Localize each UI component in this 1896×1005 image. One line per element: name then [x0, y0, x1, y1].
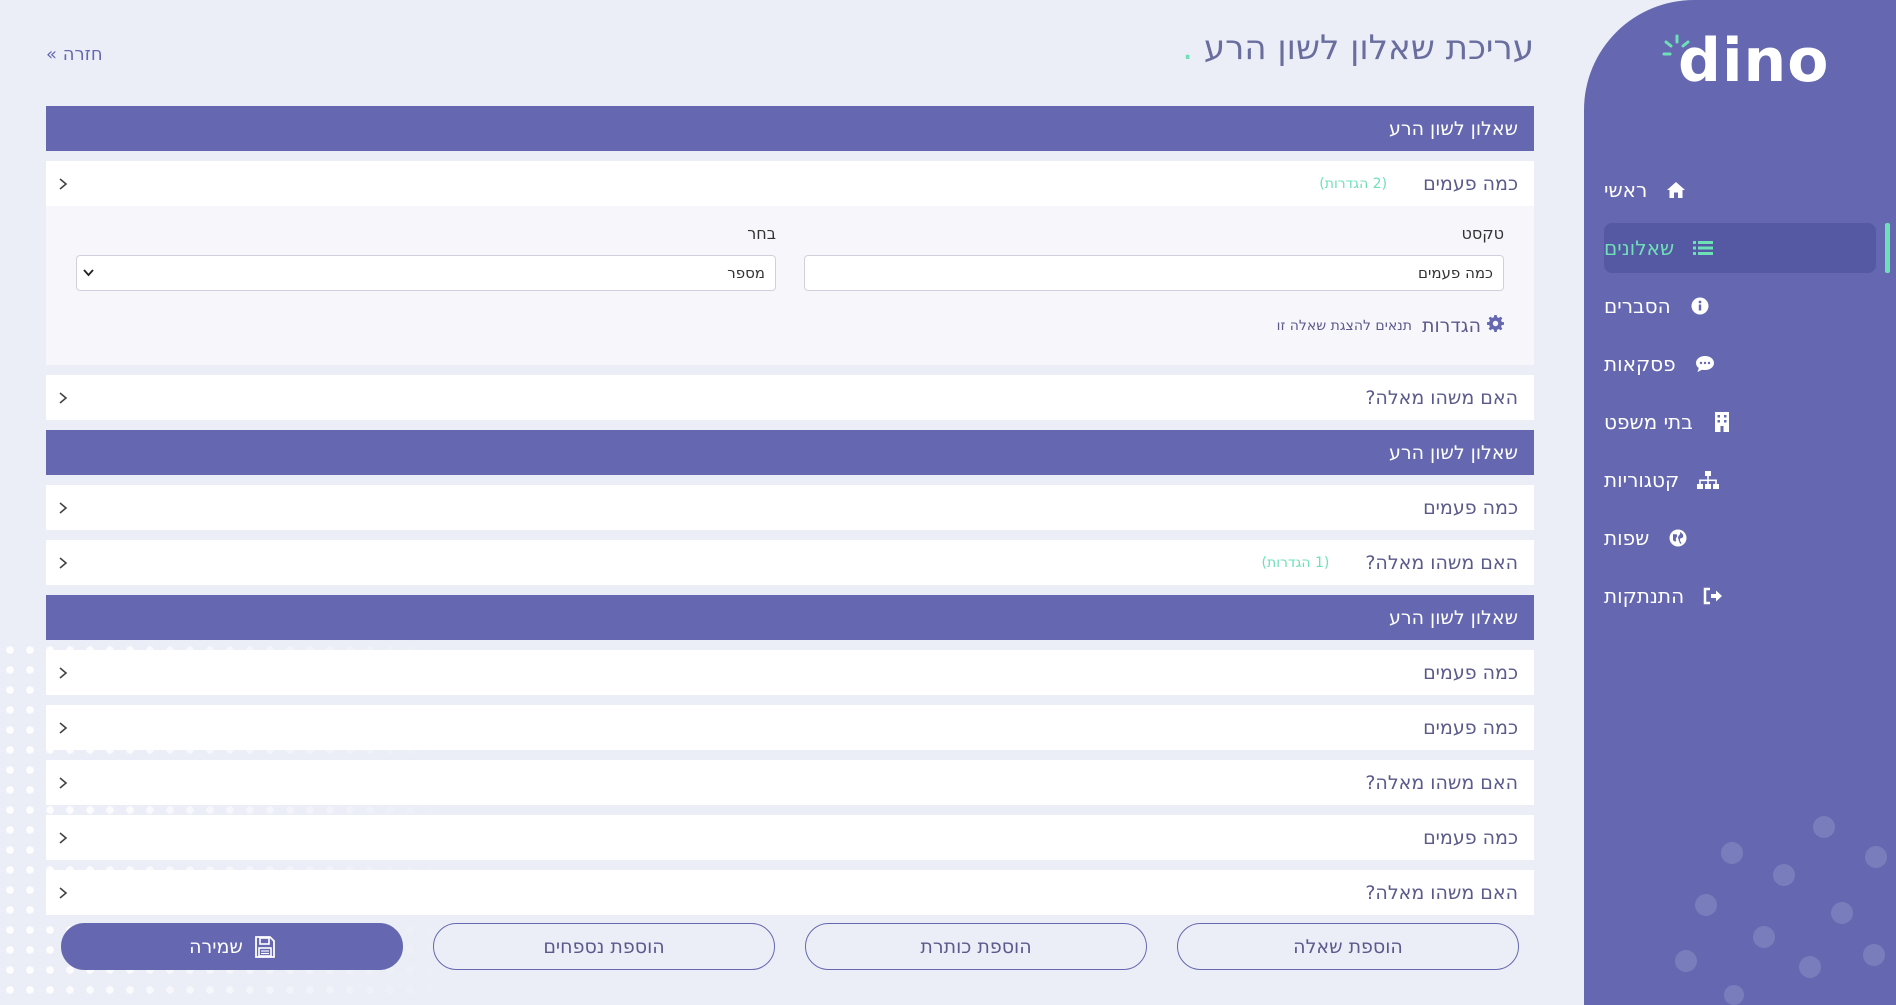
sign-out-icon [1702, 585, 1724, 607]
question-label: כמה פעמים [1423, 496, 1518, 519]
floppy-disk-icon [254, 935, 275, 958]
chevron-right-icon[interactable] [58, 540, 68, 585]
building-icon [1711, 411, 1733, 433]
sidebar-item-label: פסקאות [1604, 352, 1676, 376]
sidebar-item-paragraphs[interactable]: פסקאות [1604, 339, 1876, 389]
sidebar-item-label: שפות [1604, 526, 1650, 550]
chevron-right-icon[interactable] [58, 161, 68, 206]
text-field-group: טקסט כמה פעמים [804, 224, 1504, 291]
chevron-right-icon[interactable] [58, 705, 68, 750]
sidebar-item-logout[interactable]: התנתקות [1604, 571, 1876, 621]
text-field-label: טקסט [1461, 224, 1504, 243]
question-row[interactable]: כמה פעמים [46, 485, 1534, 530]
chevron-right-icon[interactable] [58, 870, 68, 915]
question-text-value: כמה פעמים [1418, 264, 1493, 282]
question-label: האם משהו מאלה? [1365, 771, 1518, 794]
question-label: כמה פעמים [1423, 172, 1518, 195]
type-select-label: בחר [747, 224, 776, 243]
page-title-text: עריכת שאלון לשון הרע [1203, 28, 1534, 68]
question-row[interactable]: האם משהו מאלה? (1 הגדרות) [46, 540, 1534, 585]
page-title-dot: . [1182, 28, 1194, 68]
section-header[interactable]: שאלון לשון הרע [46, 430, 1534, 475]
globe-icon [1667, 527, 1689, 549]
sidebar-item-categories[interactable]: קטגוריות [1604, 455, 1876, 505]
question-text-input[interactable]: כמה פעמים [804, 255, 1504, 291]
question-label: כמה פעמים [1423, 716, 1518, 739]
back-link[interactable]: חזרה » [46, 44, 103, 65]
chevron-right-icon[interactable] [58, 760, 68, 805]
sidebar-item-label: קטגוריות [1604, 468, 1680, 492]
question-label: כמה פעמים [1423, 661, 1518, 684]
page-title: עריכת שאלון לשון הרע . [1182, 28, 1534, 68]
chevron-right-icon[interactable] [58, 650, 68, 695]
comment-icon [1694, 353, 1716, 375]
settings-subtitle: תנאים להצגת שאלה זו [1276, 318, 1412, 334]
chevron-right-icon[interactable] [58, 815, 68, 860]
question-row[interactable]: כמה פעמים [46, 705, 1534, 750]
settings-title: הגדרות [1421, 315, 1481, 337]
question-row[interactable]: האם משהו מאלה? [46, 760, 1534, 805]
sitemap-icon [1697, 469, 1720, 491]
sidebar-item-label: הסברים [1604, 294, 1671, 318]
logo[interactable]: dino [1662, 26, 1830, 96]
save-button[interactable]: שמירה [61, 923, 403, 970]
list-icon [1692, 237, 1714, 259]
question-type-select[interactable]: מספר [76, 255, 776, 291]
question-label: האם משהו מאלה? [1365, 386, 1518, 409]
section-header[interactable]: שאלון לשון הרע [46, 595, 1534, 640]
add-appendix-button[interactable]: הוספת נספחים [433, 923, 775, 970]
sidebar-item-questionnaires[interactable]: שאלונים [1604, 223, 1890, 273]
chevron-right-icon[interactable] [58, 375, 68, 420]
settings-count-badge: (1 הגדרות) [1261, 554, 1330, 571]
add-question-button[interactable]: הוספת שאלה [1177, 923, 1519, 970]
sidebar: dino ראשי שאלונים הסברים פסקאות בתי משפט… [1584, 0, 1896, 1005]
question-row[interactable]: כמה פעמים [46, 815, 1534, 860]
question-label: כמה פעמים [1423, 826, 1518, 849]
sidebar-item-languages[interactable]: שפות [1604, 513, 1876, 563]
conditions-settings[interactable]: הגדרות תנאים להצגת שאלה זו [76, 315, 1504, 337]
save-label: שמירה [189, 935, 243, 958]
sidebar-item-label: שאלונים [1604, 236, 1675, 260]
logo-text: dino [1678, 26, 1830, 96]
question-row[interactable]: כמה פעמים (2 הגדרות) [46, 161, 1534, 206]
question-row[interactable]: האם משהו מאלה? [46, 375, 1534, 420]
gear-icon [1487, 315, 1504, 337]
sidebar-item-label: ראשי [1604, 178, 1648, 202]
question-row[interactable]: האם משהו מאלה? [46, 870, 1534, 915]
chevron-down-icon [83, 266, 94, 280]
decorative-dots [1675, 816, 1887, 1005]
type-field-group: בחר מספר [76, 224, 776, 291]
home-icon [1665, 179, 1687, 201]
question-row[interactable]: כמה פעמים [46, 650, 1534, 695]
question-editor-panel: טקסט כמה פעמים בחר מספר הגדרות תנאים להצ… [46, 206, 1534, 365]
info-icon [1689, 295, 1711, 317]
question-label: האם משהו מאלה? [1365, 881, 1518, 904]
sidebar-item-courts[interactable]: בתי משפט [1604, 397, 1876, 447]
add-title-button[interactable]: הוספת כותרת [805, 923, 1147, 970]
sidebar-item-label: בתי משפט [1604, 410, 1693, 434]
sidebar-nav: ראשי שאלונים הסברים פסקאות בתי משפט קטגו… [1604, 165, 1890, 629]
sidebar-item-label: התנתקות [1604, 584, 1685, 608]
question-label: האם משהו מאלה? [1365, 551, 1518, 574]
sidebar-item-explanations[interactable]: הסברים [1604, 281, 1876, 331]
section-header[interactable]: שאלון לשון הרע [46, 106, 1534, 151]
questionnaire-editor: שאלון לשון הרע כמה פעמים (2 הגדרות) טקסט… [46, 106, 1534, 925]
sidebar-item-home[interactable]: ראשי [1604, 165, 1876, 215]
settings-count-badge: (2 הגדרות) [1319, 175, 1388, 192]
question-type-value: מספר [727, 264, 765, 282]
chevron-right-icon[interactable] [58, 485, 68, 530]
action-bar: הוספת שאלה הוספת כותרת הוספת נספחים שמיר… [61, 923, 1519, 970]
